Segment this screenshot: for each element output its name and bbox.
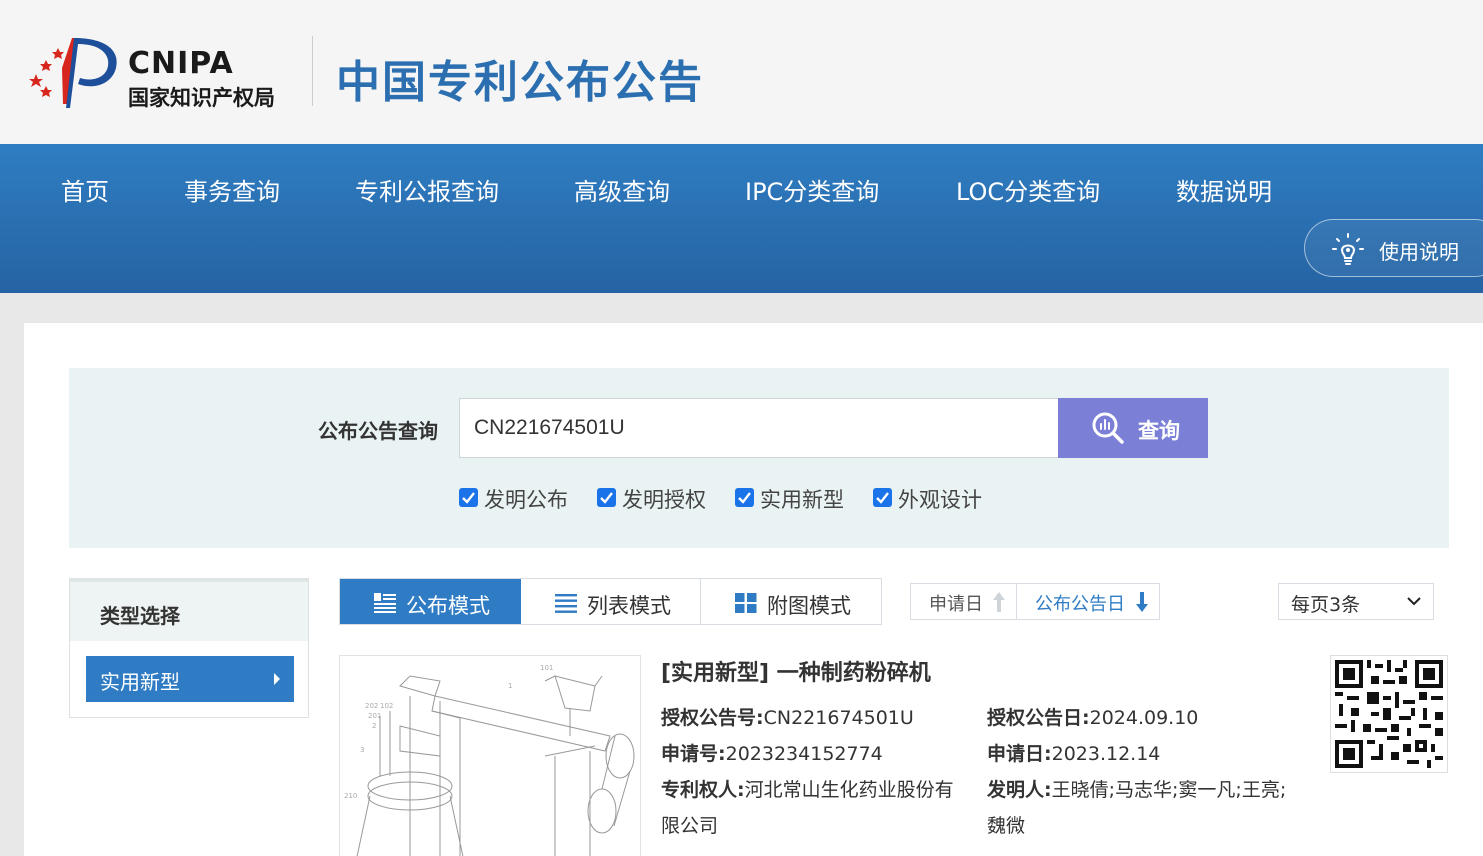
sort-label: 申请日 — [929, 594, 983, 615]
application-date: 2023.12.14 — [1051, 743, 1161, 765]
patentee-name: 河北常山生化药业股份有 — [744, 779, 954, 801]
caret-right-icon — [274, 673, 280, 685]
grant-date-field: 授权公告日:2024.09.10 — [987, 700, 1198, 736]
cnipa-emblem-icon — [29, 38, 117, 108]
nav-item-advanced-query[interactable]: 高级查询 — [574, 172, 670, 207]
filter-label: 发明授权 — [622, 488, 706, 512]
chevron-down-icon — [1407, 597, 1421, 606]
tab-label: 列表模式 — [587, 594, 671, 618]
qr-code-icon — [1335, 660, 1443, 768]
field-label: 专利权人: — [661, 779, 745, 801]
grant-number: CN221674501U — [763, 707, 914, 729]
field-label: 授权公告号: — [661, 707, 764, 729]
field-label: 申请号: — [661, 743, 726, 765]
inventor-field-continued: 魏微 — [987, 815, 1026, 837]
publish-mode-icon — [374, 593, 396, 613]
search-icon — [1092, 412, 1124, 444]
filter-label: 外观设计 — [898, 488, 982, 512]
application-number-field: 申请号:2023234152774 — [661, 736, 883, 772]
sort-label: 公布公告日 — [1035, 594, 1125, 615]
filter-label: 发明公布 — [484, 488, 568, 512]
svg-text:3: 3 — [360, 746, 364, 754]
search-input[interactable] — [459, 398, 1059, 458]
checkbox-checked-icon[interactable] — [597, 488, 616, 507]
patentee-field-continued: 限公司 — [661, 815, 719, 837]
view-mode-tabs: 公布模式 列表模式 附图模式 — [339, 578, 882, 625]
logo-english: CNIPA — [128, 46, 234, 81]
cnipa-logo[interactable]: CNIPA 国家知识产权局 — [28, 34, 298, 114]
checkbox-checked-icon[interactable] — [873, 488, 892, 507]
nav-item-loc-query[interactable]: LOC分类查询 — [956, 172, 1100, 207]
grid-icon — [735, 593, 757, 613]
tab-list-mode[interactable]: 列表模式 — [521, 579, 701, 624]
header-divider — [312, 36, 313, 106]
help-label: 使用说明 — [1379, 240, 1459, 264]
sidebar-header: 类型选择 — [70, 579, 308, 641]
svg-text:1: 1 — [508, 682, 512, 690]
svg-text:102: 102 — [380, 702, 393, 710]
grant-number-field: 授权公告号:CN221674501U — [661, 700, 914, 736]
sidebar-item-utility-model[interactable]: 实用新型 — [86, 656, 294, 702]
application-date-field: 申请日:2023.12.14 — [987, 736, 1160, 772]
main-nav: 首页 事务查询 专利公报查询 高级查询 IPC分类查询 LOC分类查询 数据说明… — [0, 144, 1483, 293]
per-page-select[interactable]: 每页3条 — [1278, 583, 1434, 620]
search-button-label: 查询 — [1138, 420, 1180, 443]
grant-date: 2024.09.10 — [1089, 707, 1199, 729]
nav-item-ipc-query[interactable]: IPC分类查询 — [745, 172, 879, 207]
lightbulb-icon — [1332, 233, 1364, 265]
logo-chinese: 国家知识产权局 — [128, 85, 275, 110]
site-title[interactable]: 中国专利公布公告 — [336, 46, 704, 110]
checkbox-checked-icon[interactable] — [735, 488, 754, 507]
svg-text:101: 101 — [540, 664, 553, 672]
svg-text:201: 201 — [368, 712, 381, 720]
inventor-field: 发明人:王晓倩;马志华;窦一凡;王亮; — [987, 772, 1286, 808]
sort-controls: 申请日 公布公告日 — [910, 583, 1160, 620]
application-number: 2023234152774 — [725, 743, 883, 765]
arrow-down-icon — [1136, 592, 1148, 612]
site-header: CNIPA 国家知识产权局 中国专利公布公告 — [0, 0, 1483, 144]
patent-drawing-thumbnail[interactable]: 101 102 202 201 1 2 3 210 — [339, 655, 641, 856]
nav-item-transaction-query[interactable]: 事务查询 — [184, 172, 280, 207]
arrow-up-icon — [993, 592, 1005, 612]
svg-text:2: 2 — [372, 722, 376, 730]
tab-label: 公布模式 — [406, 594, 490, 618]
result-title[interactable]: [实用新型] 一种制药粉碎机 — [661, 655, 931, 687]
type-filter-sidebar: 类型选择 实用新型 — [69, 578, 309, 718]
sort-by-application-date[interactable]: 申请日 — [911, 584, 1017, 619]
svg-text:202: 202 — [365, 702, 378, 710]
filter-label: 实用新型 — [760, 488, 844, 512]
field-label: 申请日: — [987, 743, 1052, 765]
inventor-names: 王晓倩;马志华;窦一凡;王亮; — [1051, 779, 1287, 801]
per-page-value: 每页3条 — [1291, 594, 1361, 616]
sidebar-title: 类型选择 — [100, 604, 180, 628]
field-label: 授权公告日: — [987, 707, 1090, 729]
checkbox-checked-icon[interactable] — [459, 488, 478, 507]
list-icon — [555, 594, 577, 613]
field-label: 发明人: — [987, 779, 1052, 801]
nav-item-data-description[interactable]: 数据说明 — [1176, 172, 1272, 207]
help-button[interactable]: 使用说明 — [1304, 219, 1483, 277]
nav-item-gazette-query[interactable]: 专利公报查询 — [355, 172, 499, 207]
patent-drawing-image: 101 102202 201 1 2 3 210 — [344, 664, 635, 856]
tab-figure-mode[interactable]: 附图模式 — [701, 579, 881, 624]
search-button[interactable]: 查询 — [1058, 398, 1208, 458]
search-panel: 公布公告查询 查询 发明公布 发明授权 实用新型 外观设计 — [69, 368, 1449, 548]
sort-by-publication-date[interactable]: 公布公告日 — [1017, 584, 1159, 619]
tab-publish-mode[interactable]: 公布模式 — [340, 579, 521, 624]
tab-label: 附图模式 — [767, 594, 851, 618]
nav-item-home[interactable]: 首页 — [61, 172, 109, 207]
search-label: 公布公告查询 — [318, 419, 438, 443]
patentee-field: 专利权人:河北常山生化药业股份有 — [661, 772, 954, 808]
sidebar-item-label: 实用新型 — [100, 670, 180, 694]
main-content: 公布公告查询 查询 发明公布 发明授权 实用新型 外观设计 — [24, 323, 1483, 856]
svg-text:210: 210 — [344, 792, 357, 800]
qr-code — [1330, 655, 1448, 773]
